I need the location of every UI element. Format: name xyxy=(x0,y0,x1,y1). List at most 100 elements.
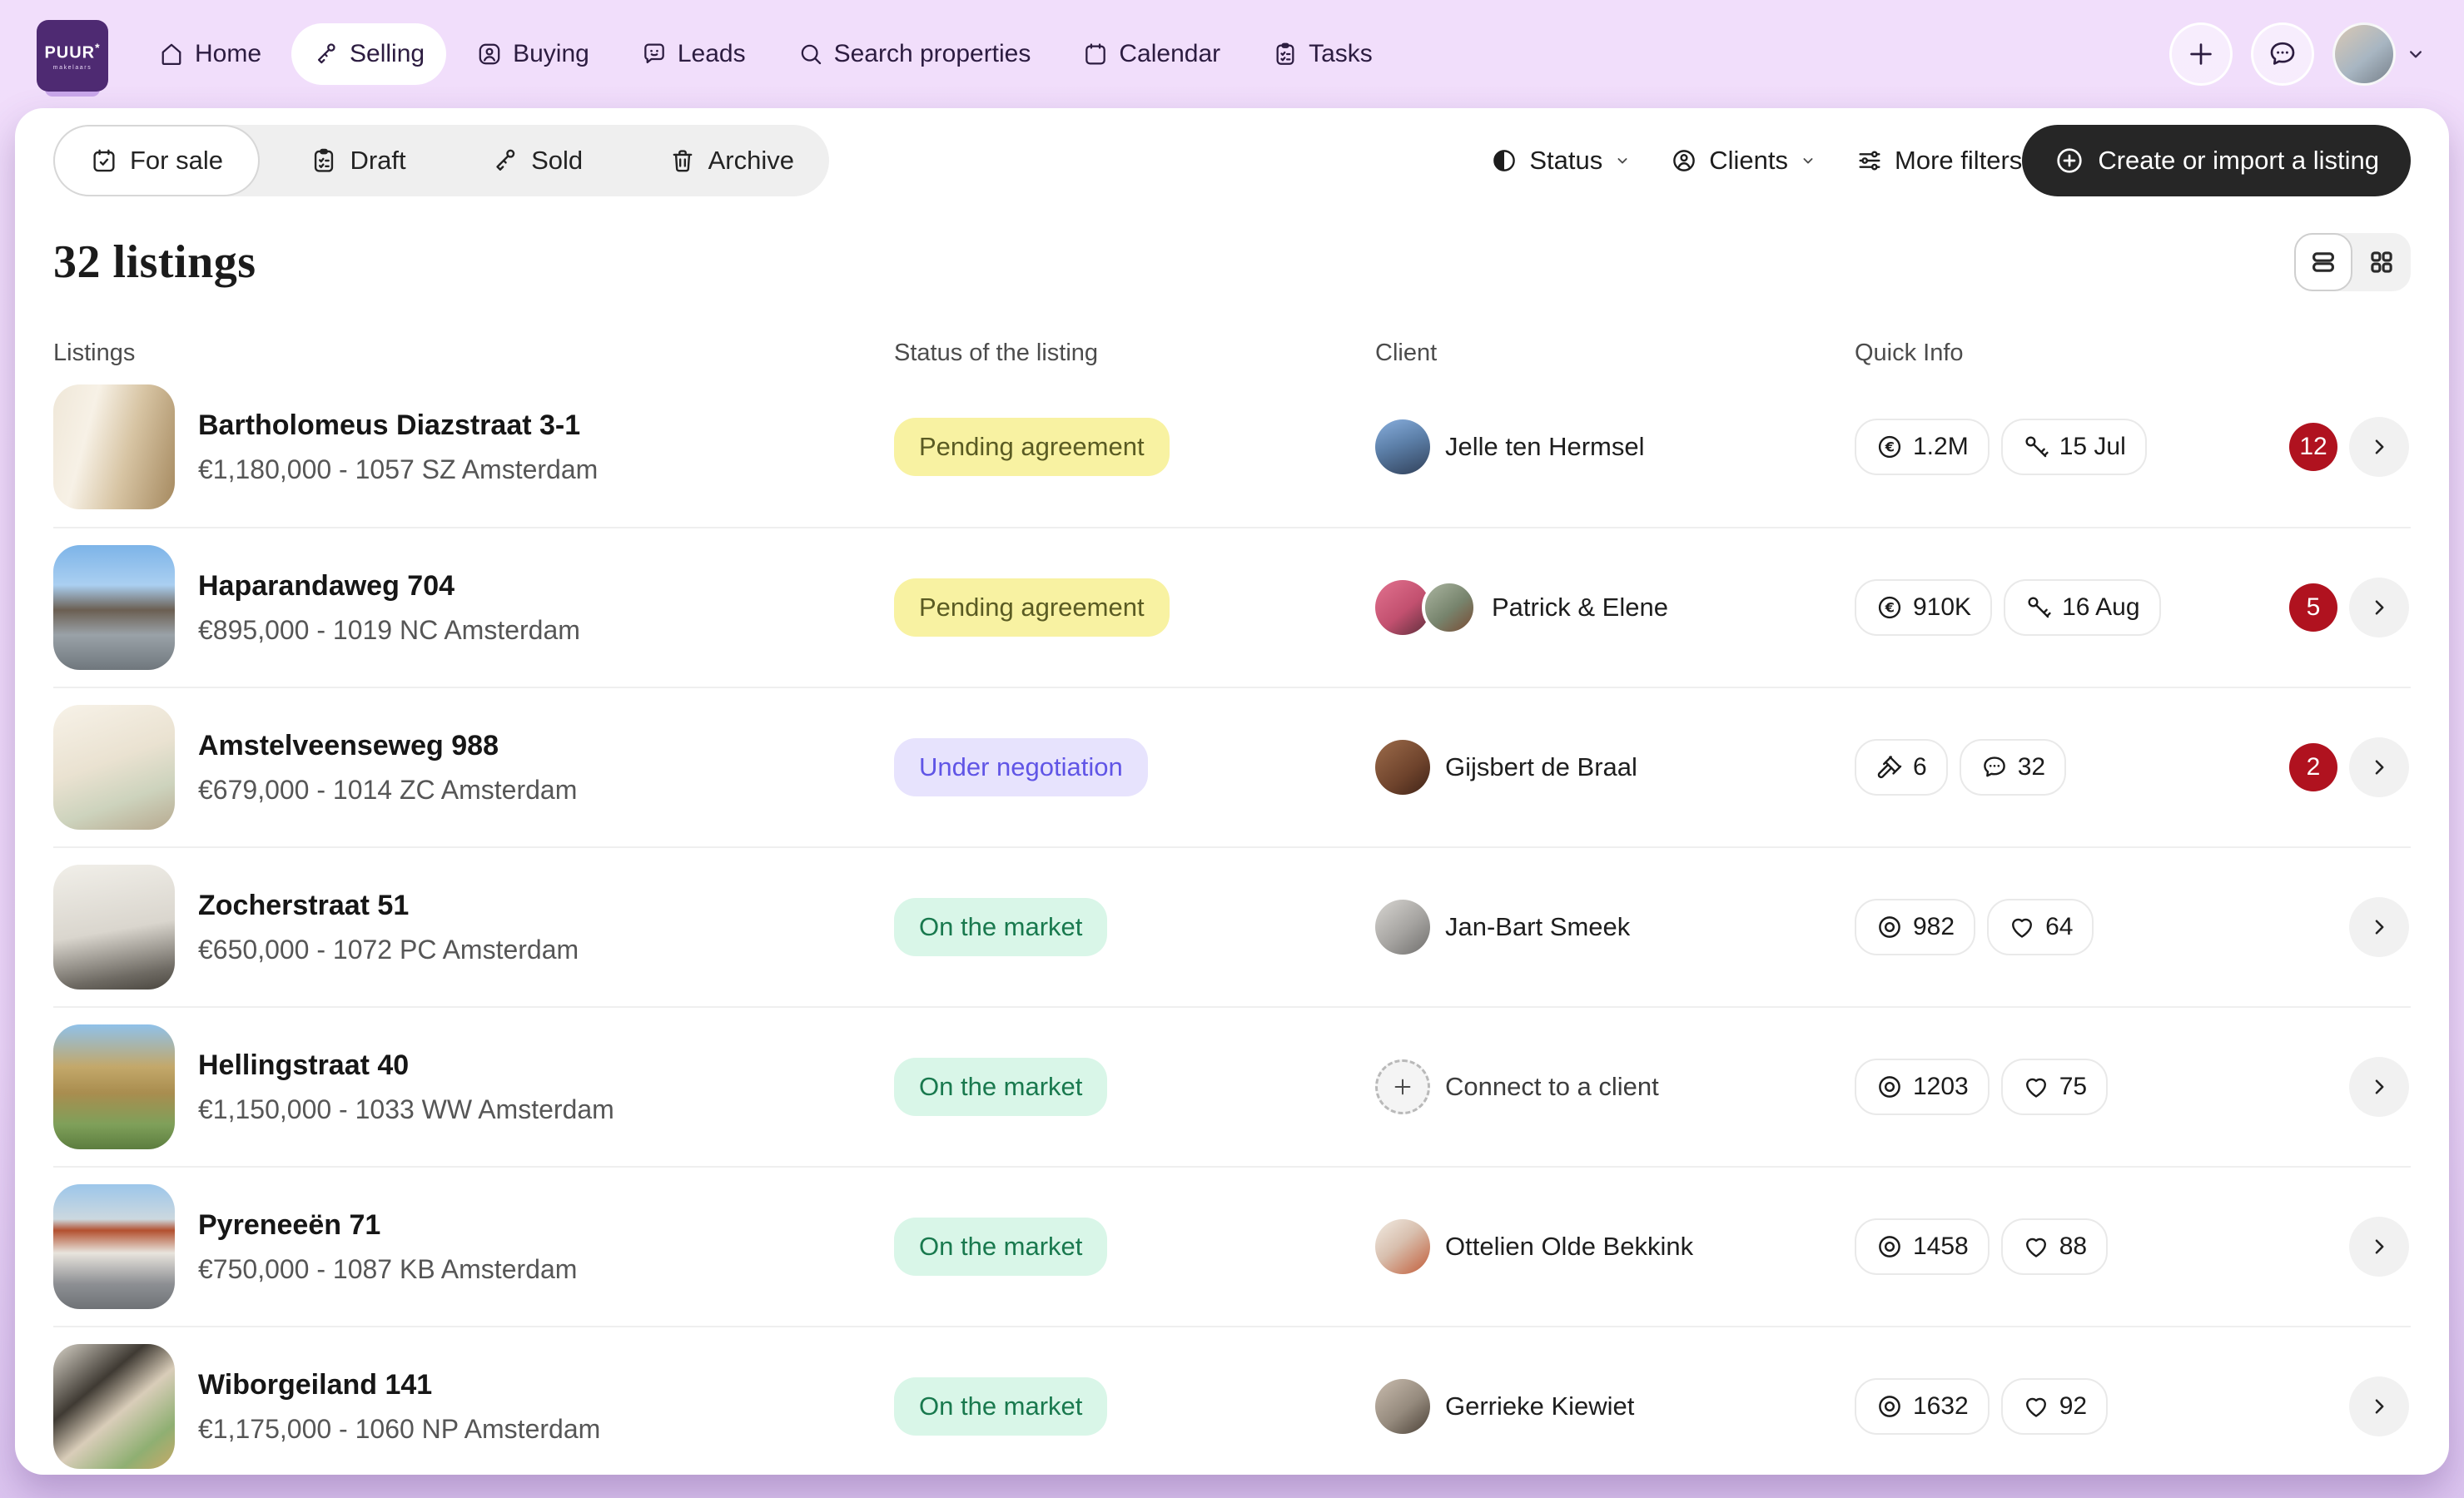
list-view-button[interactable] xyxy=(2294,233,2352,291)
nav-item-tasks[interactable]: Tasks xyxy=(1250,23,1394,85)
calendar-check-icon xyxy=(90,146,118,175)
listing-text: Zocherstraat 51€650,000 - 1072 PC Amster… xyxy=(198,890,579,965)
tab-archive[interactable]: Archive xyxy=(633,125,829,196)
listing-row[interactable]: Amstelveenseweg 988€679,000 - 1014 ZC Am… xyxy=(53,687,2411,846)
list-view-icon xyxy=(2308,247,2338,277)
client-avatar xyxy=(1375,900,1430,955)
heart-icon xyxy=(2008,913,2036,941)
row-actions xyxy=(2349,1217,2409,1277)
open-listing-button[interactable] xyxy=(2349,1057,2409,1117)
client-name: Ottelien Olde Bekkink xyxy=(1445,1232,1693,1262)
nav-item-label: Tasks xyxy=(1309,40,1373,68)
nav-item-selling[interactable]: Selling xyxy=(291,23,446,85)
open-listing-button[interactable] xyxy=(2349,1376,2409,1436)
status-cell: On the market xyxy=(894,898,1375,956)
connect-client-button[interactable] xyxy=(1375,1059,1430,1114)
calendar-icon xyxy=(1082,41,1109,67)
status-filter-button[interactable]: Status xyxy=(1490,146,1632,176)
quick-add-button[interactable] xyxy=(2169,22,2233,86)
brand-logo[interactable]: PUUR* makelaars xyxy=(37,20,108,92)
header-actions xyxy=(2169,22,2427,86)
quick-info-cell: 6 32 2 xyxy=(1855,737,2411,797)
open-listing-button[interactable] xyxy=(2349,897,2409,957)
nav-item-leads[interactable]: Leads xyxy=(619,23,768,85)
column-header-status: Status of the listing xyxy=(894,340,1375,367)
quick-info-pill: 982 xyxy=(1855,899,1975,955)
quick-info-value: 1458 xyxy=(1913,1233,1969,1261)
row-actions: 2 xyxy=(2289,737,2409,797)
listing-row[interactable]: Haparandaweg 704€895,000 - 1019 NC Amste… xyxy=(53,527,2411,687)
open-listing-button[interactable] xyxy=(2349,578,2409,637)
chevron-right-icon xyxy=(2367,1075,2391,1099)
quick-info-pill: 1632 xyxy=(1855,1378,1990,1435)
create-listing-button[interactable]: Create or import a listing xyxy=(2022,125,2411,196)
client-cell: Connect to a client xyxy=(1375,1059,1855,1114)
chat-bubble-icon xyxy=(1980,753,2009,781)
messages-button[interactable] xyxy=(2251,22,2314,86)
quick-info-pill: €1.2M xyxy=(1855,419,1990,475)
clients-filter-button[interactable]: Clients xyxy=(1670,146,1817,176)
row-actions xyxy=(2349,897,2409,957)
client-name: Gijsbert de Braal xyxy=(1445,752,1637,782)
listing-price-address: €750,000 - 1087 KB Amsterdam xyxy=(198,1254,577,1285)
grid-view-button[interactable] xyxy=(2352,233,2411,291)
listing-row[interactable]: Bartholomeus Diazstraat 3-1€1,180,000 - … xyxy=(53,367,2411,527)
tab-draft[interactable]: Draft xyxy=(275,125,440,196)
quick-info-value: 75 xyxy=(2059,1073,2087,1101)
nav-item-label: Leads xyxy=(678,40,746,68)
listing-row[interactable]: Zocherstraat 51€650,000 - 1072 PC Amster… xyxy=(53,846,2411,1006)
listing-title: Zocherstraat 51 xyxy=(198,890,579,922)
nav-item-search-properties[interactable]: Search properties xyxy=(776,23,1053,85)
quick-info-pill: 15 Jul xyxy=(2001,419,2147,475)
notification-badge: 5 xyxy=(2289,583,2337,632)
status-badge: On the market xyxy=(894,1058,1107,1116)
nav-item-label: Home xyxy=(195,40,261,68)
listing-row[interactable]: Hellingstraat 40€1,150,000 - 1033 WW Ams… xyxy=(53,1006,2411,1166)
listing-photo xyxy=(53,545,175,670)
quick-info-pill: 6 xyxy=(1855,739,1948,796)
quick-info-value: 16 Aug xyxy=(2062,593,2139,622)
connect-client-label: Connect to a client xyxy=(1445,1072,1659,1102)
client-name: Patrick & Elene xyxy=(1492,593,1668,623)
nav-item-label: Search properties xyxy=(834,40,1031,68)
listing-cell: Wiborgeiland 141€1,175,000 - 1060 NP Ams… xyxy=(53,1344,894,1469)
listing-photo xyxy=(53,1344,175,1469)
listing-cell: Amstelveenseweg 988€679,000 - 1014 ZC Am… xyxy=(53,705,894,830)
nav-item-home[interactable]: Home xyxy=(137,23,283,85)
listing-photo xyxy=(53,865,175,990)
views-icon xyxy=(1875,913,1904,941)
chevron-down-icon xyxy=(1613,151,1632,170)
status-badge: Pending agreement xyxy=(894,578,1170,637)
profile-menu[interactable] xyxy=(2332,22,2427,86)
nav-item-buying[interactable]: Buying xyxy=(455,23,611,85)
listing-row[interactable]: Pyreneeën 71€750,000 - 1087 KB Amsterdam… xyxy=(53,1166,2411,1326)
status-cell: Pending agreement xyxy=(894,578,1375,637)
quick-info-value: 910K xyxy=(1913,593,1971,622)
more-filters-filter-button[interactable]: More filters xyxy=(1855,146,2022,176)
open-listing-button[interactable] xyxy=(2349,417,2409,477)
listings-content: 32 listings Listings Status of the listi… xyxy=(15,233,2449,1475)
listing-text: Haparandaweg 704€895,000 - 1019 NC Amste… xyxy=(198,570,580,646)
listing-price-address: €1,150,000 - 1033 WW Amsterdam xyxy=(198,1094,614,1125)
listing-row[interactable]: Wiborgeiland 141€1,175,000 - 1060 NP Ams… xyxy=(53,1326,2411,1475)
nav-item-label: Buying xyxy=(513,40,589,68)
quick-info-value: 32 xyxy=(2018,753,2045,781)
nav-item-calendar[interactable]: Calendar xyxy=(1061,23,1242,85)
plus-icon xyxy=(1391,1075,1414,1099)
quick-info-value: 1203 xyxy=(1913,1073,1969,1101)
quick-info-value: 15 Jul xyxy=(2059,433,2126,461)
main-nav: Home Selling Buying Leads Search properties C… xyxy=(137,23,1394,85)
tab-sold[interactable]: Sold xyxy=(456,125,618,196)
quick-info-value: 6 xyxy=(1913,753,1927,781)
listing-photo xyxy=(53,1024,175,1149)
open-listing-button[interactable] xyxy=(2349,1217,2409,1277)
open-listing-button[interactable] xyxy=(2349,737,2409,797)
quick-info-value: 88 xyxy=(2059,1233,2087,1261)
listing-title: Wiborgeiland 141 xyxy=(198,1369,600,1401)
column-headers: Listings Status of the listing Client Qu… xyxy=(53,340,2411,367)
status-badge: On the market xyxy=(894,1218,1107,1276)
chat-face-icon xyxy=(641,41,668,67)
quick-info-cell: €1.2M15 Jul12 xyxy=(1855,417,2411,477)
search-icon xyxy=(797,41,824,67)
tab-for-sale[interactable]: For sale xyxy=(53,125,260,196)
